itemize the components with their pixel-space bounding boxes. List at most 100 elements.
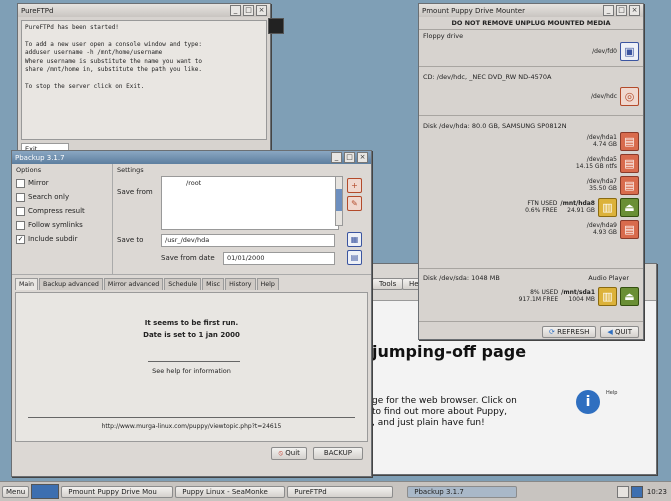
option-row[interactable]: Follow symlinks: [16, 218, 108, 232]
save-to-label: Save to: [117, 236, 144, 244]
close-icon[interactable]: ×: [629, 5, 640, 16]
minimize-icon[interactable]: _: [230, 5, 241, 16]
help-link[interactable]: Help: [606, 390, 650, 396]
mounted-partition-icon[interactable]: ▥: [598, 286, 617, 306]
disk2-label: Disk /dev/sda: 1048 MB: [423, 274, 500, 282]
partition-info: 35.50 GB: [589, 185, 617, 192]
cd-icon[interactable]: ◎: [620, 86, 639, 106]
maximize-icon[interactable]: □: [344, 152, 355, 163]
save-from-date-field[interactable]: 01/01/2000: [223, 252, 335, 265]
partition-usage: FTN USED 0.6% FREE: [525, 200, 558, 214]
option-checkbox[interactable]: ✓: [16, 234, 25, 244]
option-row[interactable]: Mirror: [16, 176, 108, 190]
tab-schedule[interactable]: Schedule: [164, 278, 202, 290]
hdd-icon[interactable]: ▤: [620, 219, 639, 239]
tab-history[interactable]: History: [225, 278, 256, 290]
taskbar-task-backup[interactable]: Pbackup 3.1.7: [407, 485, 518, 498]
cd-section: CD: /dev/hdc, _NEC DVD_RW ND-4570A /dev/…: [419, 66, 643, 115]
ftp-window: PureFTPd _ □ × PureFTPd has been started…: [17, 3, 271, 157]
backup-button[interactable]: BACKUP: [312, 447, 363, 460]
backup-top-panel: Options Mirror Search only Compress resu…: [12, 164, 371, 275]
close-icon[interactable]: ×: [357, 152, 368, 163]
option-checkbox[interactable]: [16, 178, 25, 188]
option-label: Follow symlinks: [28, 221, 83, 229]
quit-button[interactable]: ◀ QUIT: [600, 326, 639, 338]
floppy-icon[interactable]: ▣: [620, 41, 639, 61]
partition-name: /mnt/sda1: [561, 289, 595, 296]
maximize-icon[interactable]: □: [243, 5, 254, 16]
tab-main[interactable]: Main: [15, 278, 39, 290]
list-scrollbar[interactable]: [335, 176, 343, 226]
minimize-icon[interactable]: _: [331, 152, 342, 163]
browser-heading: jumping-off page: [372, 342, 527, 361]
cd-label: CD: /dev/hdc, _NEC DVD_RW ND-4570A: [423, 73, 552, 81]
partition-row: /dev/hda1 4.74 GB ▤: [423, 130, 639, 152]
help-link-label: Help: [606, 390, 618, 396]
save-from-list[interactable]: /root: [161, 176, 339, 230]
partition-info: 4.93 GB: [592, 229, 617, 236]
terminal-desktop-icon[interactable]: [268, 18, 284, 34]
volume-icon[interactable]: [630, 485, 643, 498]
calendar-icon[interactable]: ▤: [347, 250, 362, 265]
floppy-row: /dev/fd0 ▣: [423, 40, 639, 62]
save-to-field[interactable]: /usr_/dev/hda: [161, 234, 335, 247]
hdd-icon[interactable]: ▤: [620, 153, 639, 173]
taskbar-task-browser[interactable]: Puppy Linux - SeaMonke: [175, 485, 286, 498]
maximize-icon[interactable]: □: [616, 5, 627, 16]
minimize-icon[interactable]: _: [603, 5, 614, 16]
workspace-switcher[interactable]: [31, 484, 60, 499]
taskbar-task-ftp[interactable]: PureFTPd: [287, 485, 394, 498]
close-icon[interactable]: ×: [256, 5, 267, 16]
quit-icon: ◀: [607, 328, 616, 336]
option-checkbox[interactable]: [16, 206, 25, 216]
taskbar-task-drives[interactable]: Pmount Puppy Drive Mou: [61, 485, 174, 498]
partition-text: /mnt/hda8 24.91 GB: [560, 200, 595, 214]
partition-text: /dev/hda9 4.93 GB: [587, 222, 617, 236]
settings-header: Settings: [117, 166, 144, 174]
hdd-icon[interactable]: ▤: [620, 175, 639, 195]
option-row[interactable]: ✓ Include subdir: [16, 232, 108, 246]
partition-text: /dev/hda1 4.74 GB: [587, 134, 617, 148]
remove-icon[interactable]: ✎: [347, 196, 362, 211]
quit-button[interactable]: ⦸ Quit: [271, 447, 307, 460]
option-checkbox[interactable]: [16, 192, 25, 202]
option-row[interactable]: Compress result: [16, 204, 108, 218]
date-message: Date is set to 1 jan 2000: [143, 331, 240, 339]
partition-row: /dev/hda9 4.93 GB ▤: [423, 218, 639, 240]
ftp-title: PureFTPd: [21, 6, 54, 15]
tab-backup-advanced[interactable]: Backup advanced: [39, 278, 103, 290]
floppy-section: Floppy drive /dev/fd0 ▣: [419, 29, 643, 66]
refresh-label: REFRESH: [557, 328, 590, 336]
quit-label: Quit: [285, 449, 300, 457]
hdd-icon[interactable]: ▤: [620, 131, 639, 151]
info-icon[interactable]: i: [576, 390, 600, 414]
mounted-partition-icon[interactable]: ▥: [598, 197, 617, 217]
add-folder-icon[interactable]: +: [347, 178, 362, 193]
drives-window: Pmount Puppy Drive Mounter _ □ × DO NOT …: [418, 3, 644, 340]
tab-tools[interactable]: Tools: [372, 278, 404, 290]
backup-title: Pbackup 3.1.7: [15, 153, 65, 162]
refresh-icon: ⟳: [549, 328, 558, 336]
option-row[interactable]: Search only: [16, 190, 108, 204]
partition-name: /dev/hda7: [586, 178, 617, 185]
tab-help[interactable]: Help: [256, 278, 279, 290]
scroll-thumb[interactable]: [336, 189, 342, 211]
save-from-entry[interactable]: /root: [186, 179, 334, 187]
browse-icon[interactable]: ▦: [347, 232, 362, 247]
tab-mirror-advanced[interactable]: Mirror advanced: [103, 278, 164, 290]
ftp-line: [25, 33, 263, 41]
option-label: Mirror: [28, 179, 49, 187]
partition-row: /dev/hda7 35.50 GB ▤: [423, 174, 639, 196]
tab-misc[interactable]: Misc: [202, 278, 225, 290]
refresh-button[interactable]: ⟳ REFRESH: [542, 326, 597, 338]
partition-name: /dev/hda9: [586, 222, 617, 229]
disk1-label: Disk /dev/hda: 80.0 GB, SAMSUNG SP0812N: [423, 122, 567, 130]
start-menu-button[interactable]: Menu: [2, 485, 30, 498]
partition-info: 1004 MB: [568, 296, 595, 303]
network-icon[interactable]: [616, 485, 629, 498]
option-checkbox[interactable]: [16, 220, 25, 230]
unmount-icon[interactable]: ⏏: [620, 197, 639, 217]
unmount-icon[interactable]: ⏏: [620, 286, 639, 306]
homepage-link[interactable]: http://www.murga-linux.com/puppy/viewtop…: [16, 423, 367, 430]
partition-info: 14.15 GB ntfs: [575, 163, 617, 170]
